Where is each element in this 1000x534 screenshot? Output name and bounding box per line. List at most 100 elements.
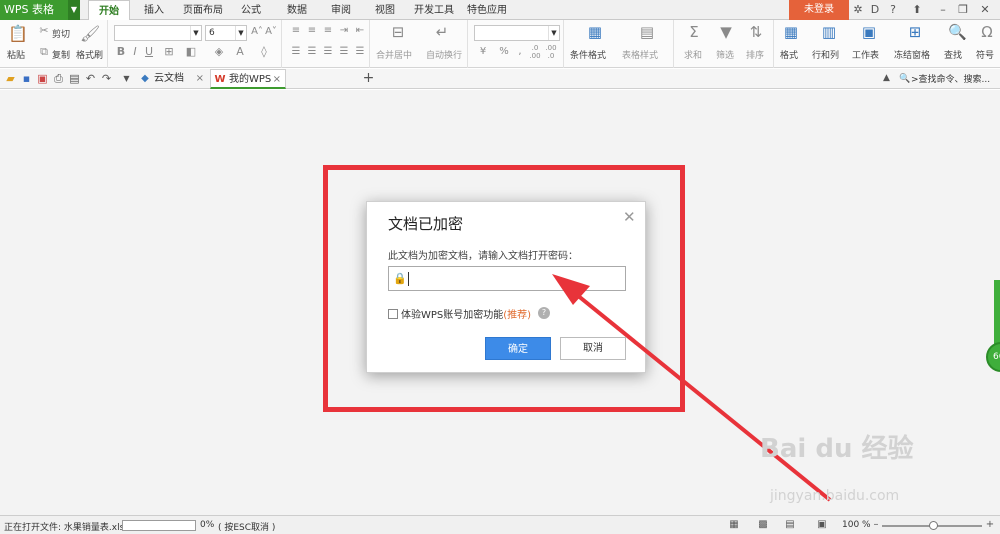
chevron-down-icon[interactable]: ▼: [120, 72, 133, 85]
merge-center-label[interactable]: 合并居中: [376, 48, 412, 61]
conditional-format-label[interactable]: 条件格式: [570, 48, 606, 61]
tab-insert[interactable]: 插入: [138, 0, 170, 20]
format-label[interactable]: 格式: [780, 48, 798, 61]
find-label[interactable]: 查找: [944, 48, 962, 61]
distribute-icon[interactable]: ☰: [354, 46, 366, 57]
undo-icon[interactable]: ↶: [84, 72, 97, 85]
thousands-icon[interactable]: ,: [514, 46, 526, 57]
tab-formulas[interactable]: 公式: [236, 0, 266, 20]
upload-icon[interactable]: ⬆: [910, 3, 924, 17]
align-middle-icon[interactable]: ≡: [306, 25, 318, 36]
clear-format-icon[interactable]: ◊: [258, 45, 270, 58]
freeze-label[interactable]: 冻结窗格: [894, 48, 930, 61]
page-break-view-icon[interactable]: ▩: [757, 519, 769, 531]
italic-icon[interactable]: I: [130, 45, 140, 58]
chevron-down-icon[interactable]: ▼: [548, 26, 559, 40]
format-painter-label[interactable]: 格式刷: [76, 48, 103, 61]
minimize-icon[interactable]: –: [936, 3, 950, 17]
reading-mode-icon[interactable]: ▣: [816, 519, 828, 531]
redo-icon[interactable]: ↷: [100, 72, 113, 85]
bold-icon[interactable]: B: [116, 45, 126, 58]
help-icon[interactable]: ?: [886, 3, 900, 17]
close-icon[interactable]: ✕: [623, 208, 636, 226]
zoom-in-icon[interactable]: +: [984, 519, 996, 531]
conditional-format-icon[interactable]: ▦: [586, 23, 604, 41]
open-folder-icon[interactable]: ▰: [4, 72, 17, 85]
pdf-export-icon[interactable]: ▣: [36, 72, 49, 85]
symbol-icon[interactable]: Ω: [978, 23, 996, 41]
wps-account-encrypt-checkbox[interactable]: [388, 309, 398, 319]
login-button[interactable]: 未登录: [789, 0, 849, 20]
sum-icon[interactable]: Σ: [686, 23, 702, 41]
zoom-out-icon[interactable]: –: [870, 519, 882, 531]
close-icon[interactable]: ✕: [978, 3, 992, 17]
indent-icon[interactable]: ⇥: [338, 25, 350, 36]
table-style-icon[interactable]: ▤: [638, 23, 656, 41]
tab-start[interactable]: 开始: [88, 0, 130, 21]
sum-label[interactable]: 求和: [684, 48, 702, 61]
copy-icon[interactable]: ⧉: [38, 45, 50, 59]
worksheet-label[interactable]: 工作表: [852, 48, 879, 61]
copy-label[interactable]: 复制: [52, 48, 70, 61]
close-icon[interactable]: ×: [196, 69, 204, 89]
filter-icon[interactable]: ▼: [718, 23, 734, 41]
cancel-button[interactable]: 取消: [560, 337, 626, 360]
currency-icon[interactable]: ¥: [476, 46, 490, 57]
align-right-icon[interactable]: ☰: [322, 46, 334, 57]
chevron-down-icon[interactable]: ▼: [190, 26, 201, 40]
collapse-ribbon-icon[interactable]: ▲: [880, 72, 893, 85]
wrap-text-label[interactable]: 自动换行: [426, 48, 462, 61]
worksheet-icon[interactable]: ▣: [860, 23, 878, 41]
tab-my-wps[interactable]: W 我的WPS ×: [210, 69, 286, 89]
find-icon[interactable]: 🔍: [948, 23, 967, 41]
filter-label[interactable]: 筛选: [716, 48, 734, 61]
number-format-combo[interactable]: ▼: [474, 25, 560, 41]
password-field[interactable]: 🔒: [388, 266, 626, 291]
save-icon[interactable]: ▪: [20, 72, 33, 85]
gear-icon[interactable]: ✲: [851, 3, 865, 17]
print-preview-icon[interactable]: ▤: [68, 72, 81, 85]
format-painter-icon[interactable]: 🖌: [80, 24, 100, 43]
tab-review[interactable]: 审阅: [326, 0, 356, 20]
symbol-label[interactable]: 符号: [976, 48, 994, 61]
increase-decimal-icon[interactable]: .0 .00: [528, 44, 542, 60]
decrease-decimal-icon[interactable]: .00 .0: [544, 44, 558, 60]
tab-page-layout[interactable]: 页面布局: [178, 0, 228, 20]
paste-label[interactable]: 粘贴: [7, 48, 25, 61]
cut-label[interactable]: 剪切: [52, 27, 70, 40]
percent-icon[interactable]: %: [498, 46, 510, 57]
underline-icon[interactable]: U: [144, 45, 154, 58]
chevron-down-icon[interactable]: ▼: [235, 26, 246, 40]
format-cells-icon[interactable]: ▦: [782, 23, 800, 41]
border-icon[interactable]: ⊞: [162, 45, 176, 58]
outdent-icon[interactable]: ⇤: [354, 25, 366, 36]
freeze-panes-icon[interactable]: ⊞: [906, 23, 924, 41]
align-left-icon[interactable]: ☰: [290, 46, 302, 57]
question-icon[interactable]: ?: [538, 307, 550, 319]
restore-icon[interactable]: ❐: [956, 3, 970, 17]
merge-center-icon[interactable]: ⊟: [390, 23, 406, 41]
align-center-icon[interactable]: ☰: [306, 46, 318, 57]
page-layout-view-icon[interactable]: ▤: [784, 519, 796, 531]
rows-cols-icon[interactable]: ▥: [820, 23, 838, 41]
align-top-icon[interactable]: ≡: [290, 25, 302, 36]
justify-icon[interactable]: ☰: [338, 46, 350, 57]
print-icon[interactable]: ⎙: [52, 72, 65, 85]
tab-cloud-docs[interactable]: ◆ 云文档 ×: [136, 69, 208, 89]
rows-cols-label[interactable]: 行和列: [812, 48, 839, 61]
sort-icon[interactable]: ⇅: [748, 23, 764, 41]
command-search[interactable]: >查找命令、搜索...: [911, 72, 990, 85]
align-bottom-icon[interactable]: ≡: [322, 25, 334, 36]
tab-developer[interactable]: 开发工具: [412, 0, 456, 20]
new-tab-icon[interactable]: +: [362, 71, 375, 85]
wrap-text-icon[interactable]: ↵: [434, 23, 450, 41]
chevron-down-icon[interactable]: ▼: [68, 0, 80, 20]
tab-data[interactable]: 数据: [282, 0, 312, 20]
tab-special[interactable]: 特色应用: [464, 0, 510, 20]
tab-view[interactable]: 视图: [370, 0, 400, 20]
fill-color-icon[interactable]: ◧: [184, 45, 198, 58]
close-icon[interactable]: ×: [273, 70, 281, 90]
paste-icon[interactable]: 📋: [8, 24, 28, 43]
cut-icon[interactable]: ✂: [38, 24, 50, 37]
skin-icon[interactable]: D: [868, 3, 882, 17]
